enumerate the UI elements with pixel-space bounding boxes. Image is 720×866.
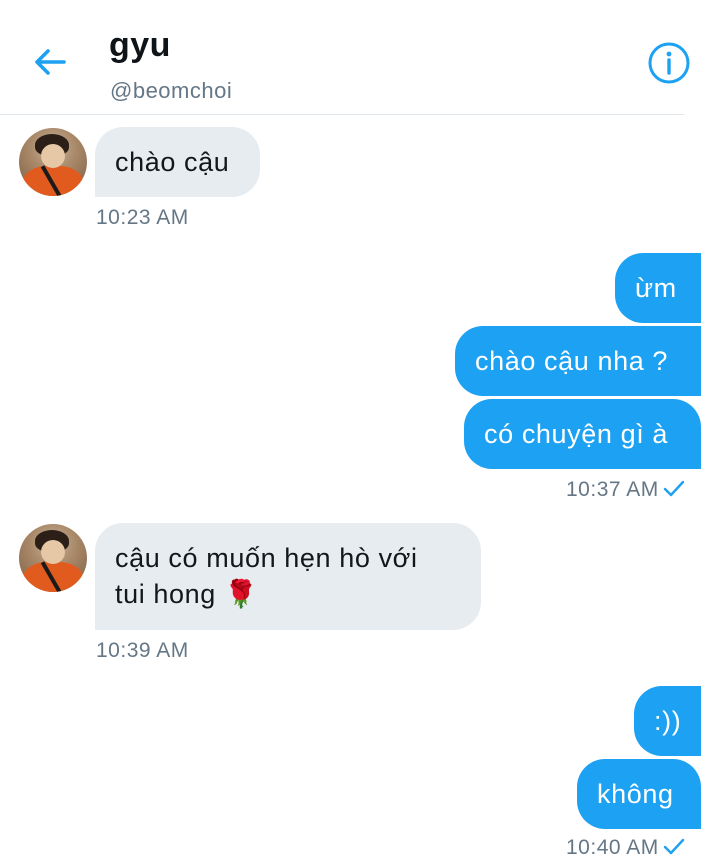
message-timestamp: 10:37 AM bbox=[566, 478, 659, 501]
message-timestamp: 10:39 AM bbox=[96, 639, 189, 662]
message-timestamp: 10:40 AM bbox=[566, 836, 659, 859]
avatar[interactable] bbox=[19, 128, 87, 196]
outgoing-message-bubble[interactable]: :)) bbox=[634, 686, 701, 756]
checkmark-icon bbox=[663, 838, 684, 855]
user-handle[interactable]: @beomchoi bbox=[110, 78, 232, 104]
message-timestamp-row: 10:40 AM bbox=[566, 836, 685, 860]
arrow-left-icon bbox=[35, 49, 66, 75]
outgoing-message-bubble[interactable]: chào cậu nha ? bbox=[455, 326, 701, 396]
info-button[interactable] bbox=[646, 40, 692, 86]
conversation-title[interactable]: gyu bbox=[109, 26, 171, 65]
message-line: tui hong 🌹 bbox=[115, 579, 259, 609]
conversation-header: gyu @beomchoi bbox=[0, 0, 720, 116]
header-divider bbox=[0, 114, 684, 115]
message-timestamp: 10:23 AM bbox=[96, 206, 189, 229]
incoming-message-bubble[interactable]: cậu có muốn hẹn hò với tui hong 🌹 bbox=[95, 523, 481, 630]
incoming-message-bubble[interactable]: chào cậu bbox=[95, 127, 260, 197]
avatar[interactable] bbox=[19, 524, 87, 592]
message-line: cậu có muốn hẹn hò với bbox=[115, 543, 418, 573]
info-circle-icon bbox=[648, 42, 690, 84]
checkmark-icon bbox=[663, 480, 684, 497]
dm-conversation-screen: gyu @beomchoi chào cậu 10:23 AM ừm chào … bbox=[0, 0, 720, 866]
back-button[interactable] bbox=[28, 40, 72, 84]
outgoing-message-bubble[interactable]: có chuyện gì à bbox=[464, 399, 701, 469]
outgoing-message-bubble[interactable]: ừm bbox=[615, 253, 701, 323]
outgoing-message-bubble[interactable]: không bbox=[577, 759, 701, 829]
message-timestamp-row: 10:37 AM bbox=[566, 478, 685, 502]
